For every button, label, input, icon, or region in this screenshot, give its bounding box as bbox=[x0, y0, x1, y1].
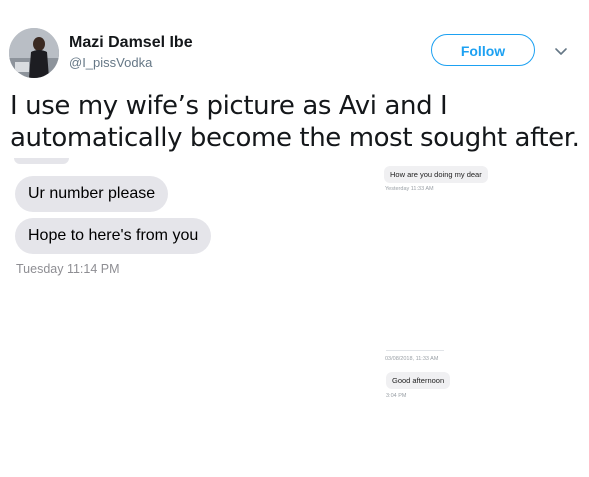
date-divider-line bbox=[386, 350, 444, 351]
user-handle[interactable]: @I_pissVodka bbox=[69, 55, 152, 70]
chevron-down-icon[interactable] bbox=[552, 42, 570, 60]
tweet-text: I use my wife’s picture as Avi and I aut… bbox=[10, 91, 580, 153]
message-bubble: Good afternoon bbox=[386, 372, 451, 389]
tweet-header: Mazi Damsel Ibe @I_pissVodka Follow bbox=[0, 0, 589, 88]
message-bubble: How are you doing my dear bbox=[384, 166, 488, 183]
message-timestamp: Tuesday 11:14 PM bbox=[16, 262, 120, 276]
avatar[interactable] bbox=[9, 28, 59, 78]
message-timestamp: Yesterday 11:33 AM bbox=[385, 186, 434, 192]
avatar-image bbox=[9, 28, 59, 78]
screenshot-left: Ur number please Hope to here's from you… bbox=[0, 158, 300, 288]
message-bubble-partial bbox=[14, 158, 69, 164]
display-name[interactable]: Mazi Damsel Ibe bbox=[69, 34, 193, 52]
message-bubble: Ur number please bbox=[15, 176, 169, 212]
message-bubble: Hope to here's from you bbox=[15, 218, 212, 254]
date-divider: 03/08/2018, 11:33 AM bbox=[385, 356, 439, 362]
follow-button[interactable]: Follow bbox=[431, 34, 535, 66]
message-timestamp: 3:04 PM bbox=[386, 393, 407, 399]
